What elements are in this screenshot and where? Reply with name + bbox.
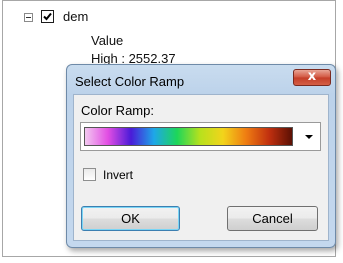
close-icon: x: [307, 69, 317, 84]
checkmark-icon: [43, 12, 52, 21]
ok-button[interactable]: OK: [81, 206, 180, 231]
layer-visibility-checkbox[interactable]: [41, 10, 54, 23]
select-color-ramp-dialog: Select Color Ramp x Color Ramp: Invert O…: [66, 64, 336, 248]
color-ramp-swatch: [84, 127, 293, 146]
invert-label[interactable]: Invert: [103, 168, 133, 182]
collapse-icon[interactable]: [24, 13, 33, 22]
chevron-down-icon[interactable]: [301, 128, 317, 145]
legend-heading: Value: [91, 33, 124, 48]
table-of-contents-panel: dem Value High : 2552.37 Select Color Ra…: [2, 0, 336, 257]
color-ramp-label: Color Ramp:: [81, 103, 154, 118]
close-button[interactable]: x: [293, 69, 331, 86]
dialog-body: Color Ramp: Invert OK Cancel: [73, 94, 329, 241]
dialog-title: Select Color Ramp: [75, 74, 185, 89]
cancel-button[interactable]: Cancel: [227, 206, 318, 231]
invert-checkbox[interactable]: [83, 168, 96, 181]
color-ramp-dropdown[interactable]: [80, 122, 321, 151]
layer-name[interactable]: dem: [63, 9, 88, 24]
